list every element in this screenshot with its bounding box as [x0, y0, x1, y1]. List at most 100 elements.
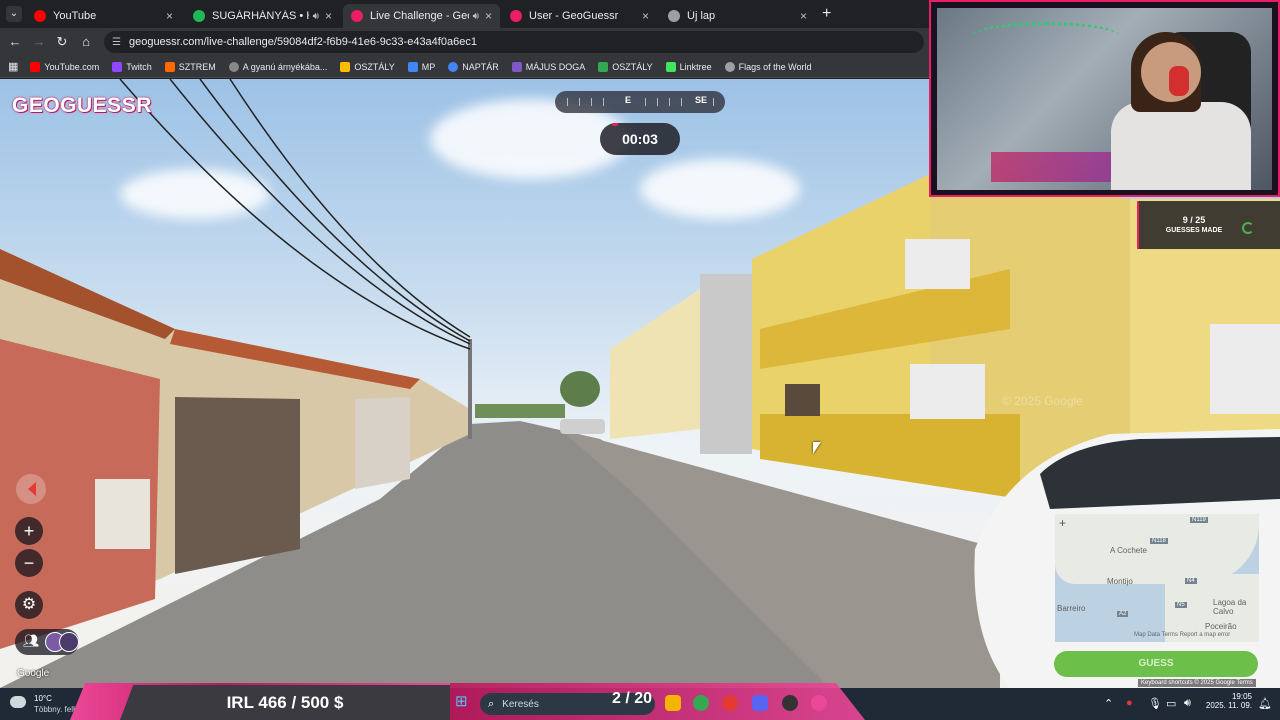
youtube-icon: [34, 10, 46, 22]
bookmark-osztaly-drive[interactable]: OSZTÁLY: [340, 61, 395, 72]
mouse-cursor: [813, 442, 821, 454]
chrome-icon: [668, 10, 680, 22]
bookmark-flags[interactable]: Flags of the World: [724, 61, 812, 72]
home-button[interactable]: ⌂: [77, 33, 95, 51]
compass-east: E: [625, 95, 632, 105]
tab-youtube[interactable]: YouTube ×: [26, 4, 181, 28]
bookmarks-bar: ▦ YouTube.com Twitch SZTREM A gyanú árny…: [0, 56, 930, 78]
compass-tick: [681, 98, 682, 106]
twitch-icon: [112, 61, 123, 72]
map-label: Barreiro: [1057, 604, 1086, 613]
bookmark-label: OSZTÁLY: [612, 61, 653, 72]
guess-map[interactable]: A Cochete Montijo Barreiro Lagoa da Calv…: [1055, 514, 1259, 642]
irl-goal: IRL 466 / 500 $: [120, 685, 450, 720]
file-explorer-icon[interactable]: [665, 695, 681, 711]
calendar-icon: [448, 61, 459, 72]
notification-icon[interactable]: 🔔︎: [1258, 697, 1272, 710]
bookmark-gyanu[interactable]: A gyanú árnyékába...: [228, 61, 327, 72]
tab-title: User - GeoGuessr: [529, 10, 619, 22]
url-text: geoguessr.com/live-challenge/59084df2-f6…: [128, 36, 477, 48]
chrome-icon[interactable]: [693, 695, 709, 711]
search-placeholder: Keresés: [502, 698, 539, 710]
sheets-icon: [598, 61, 609, 72]
tab-new[interactable]: Új lap ×: [660, 4, 815, 28]
tab-title: SUGÁRHÁNYÁS • Hűvös: [212, 10, 309, 22]
close-icon[interactable]: ×: [325, 9, 332, 23]
compass-tick: [579, 98, 580, 106]
bookmark-label: NAPTÁR: [462, 61, 499, 72]
system-clock[interactable]: 19:05 2025. 11. 09.: [1204, 692, 1252, 710]
compass-southeast: SE: [695, 95, 708, 105]
guess-button[interactable]: GUESS: [1054, 651, 1258, 677]
back-button[interactable]: ←: [6, 33, 24, 51]
volume-icon[interactable]: 🔊︎: [1184, 697, 1191, 710]
map-label: Montijo: [1107, 577, 1133, 586]
map-footer: Keyboard shortcuts © 2025 Google Terms: [1138, 679, 1256, 687]
tab-live-challenge[interactable]: Live Challenge - GeoGuessr 🔊︎ ×: [343, 4, 500, 28]
tab-search-button[interactable]: ⌄: [6, 6, 22, 22]
guesses-count: 9 / 25: [1182, 215, 1206, 225]
bookmark-mp[interactable]: MP: [407, 61, 435, 72]
geoguessr-logo[interactable]: GEOGUESSR: [12, 94, 152, 118]
site-icon: [407, 61, 418, 72]
road-shield: N5: [1175, 602, 1187, 608]
search-icon: ⌕: [488, 697, 495, 710]
site-icon: [228, 61, 239, 72]
reload-button[interactable]: ↻: [53, 33, 71, 51]
close-icon[interactable]: ×: [642, 9, 649, 23]
apps-icon[interactable]: ▦: [8, 60, 18, 73]
compass-needle-icon[interactable]: [16, 474, 46, 504]
compass-tick: [603, 98, 604, 106]
close-icon[interactable]: ×: [800, 9, 807, 23]
discord-icon[interactable]: [752, 695, 768, 711]
forward-button[interactable]: →: [30, 33, 48, 51]
tab-user-geoguessr[interactable]: User - GeoGuessr ×: [502, 4, 657, 28]
microphone-icon[interactable]: 🎙︎: [1148, 697, 1162, 710]
bookmark-naptar[interactable]: NAPTÁR: [448, 61, 499, 72]
zoom-out-button[interactable]: −: [15, 549, 43, 577]
bookmark-twitch[interactable]: Twitch: [112, 61, 152, 72]
map-zoom-in-button[interactable]: +: [1059, 516, 1066, 530]
geoguessr-icon: [351, 10, 363, 22]
bookmark-label: Flags of the World: [738, 61, 812, 72]
windows-start-icon[interactable]: ⊞: [455, 694, 471, 710]
round-counter: 2 / 20: [612, 690, 653, 707]
close-icon[interactable]: ×: [166, 9, 173, 23]
app-icon[interactable]: [811, 695, 827, 711]
speaker-icon[interactable]: 🔊︎: [313, 11, 319, 22]
guesses-label: GUESSES MADE: [1165, 227, 1223, 234]
guesses-made-panel: 9 / 25 GUESSES MADE: [1137, 201, 1280, 249]
speaker-icon[interactable]: 🔊︎: [473, 11, 479, 22]
new-tab-button[interactable]: +: [822, 5, 831, 23]
site-info-icon[interactable]: ☰: [112, 37, 121, 48]
bookmark-label: OSZTÁLY: [354, 61, 395, 72]
road-shield: N4: [1185, 578, 1197, 584]
round-timer: 00:03: [600, 123, 680, 155]
tab-title: Új lap: [687, 10, 716, 22]
bookmark-label: YouTube.com: [44, 61, 100, 72]
road-shield: N119: [1190, 517, 1208, 523]
webcam-overlay: [929, 0, 1280, 197]
close-icon[interactable]: ×: [485, 9, 492, 23]
party-button[interactable]: 👥︎: [15, 629, 79, 655]
zoom-in-button[interactable]: +: [15, 517, 43, 545]
opera-icon[interactable]: [722, 695, 738, 711]
obs-icon[interactable]: [782, 695, 798, 711]
tray-chevron-icon[interactable]: ⌃: [1104, 697, 1113, 710]
clock-date: 2025. 11. 09.: [1205, 701, 1252, 710]
bookmark-youtube[interactable]: YouTube.com: [30, 61, 100, 72]
bookmark-linktree[interactable]: Linktree: [665, 61, 712, 72]
compass-tick: [567, 98, 568, 106]
bookmark-majus-doga[interactable]: MÁJUS DOGA: [511, 61, 585, 72]
tab-title: Live Challenge - GeoGuessr: [370, 10, 469, 22]
address-bar[interactable]: ☰ geoguessr.com/live-challenge/59084df2-…: [104, 31, 924, 53]
settings-gear-icon[interactable]: ⚙: [15, 591, 43, 619]
recording-icon[interactable]: ●: [1126, 697, 1133, 709]
bookmark-sztrem[interactable]: SZTREM: [164, 61, 216, 72]
geoguessr-icon: [510, 10, 522, 22]
copyright-watermark: © 2025 Google: [1002, 394, 1083, 408]
tab-spotify[interactable]: SUGÁRHÁNYÁS • Hűvös 🔊︎ ×: [185, 4, 340, 28]
bookmark-osztaly-sheets[interactable]: OSZTÁLY: [598, 61, 653, 72]
network-icon[interactable]: ▭: [1166, 697, 1176, 710]
google-logo: Google: [17, 668, 50, 679]
